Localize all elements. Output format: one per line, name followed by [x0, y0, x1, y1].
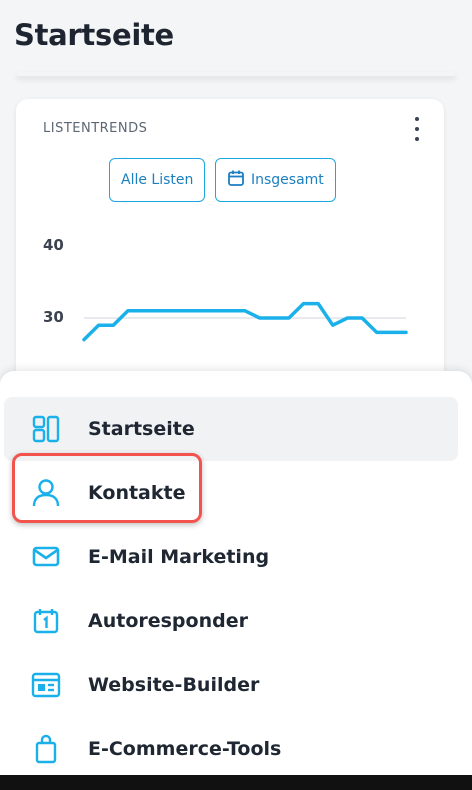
nav-item-website-builder[interactable]: Website-Builder — [4, 653, 458, 717]
nav-item-startseite[interactable]: Startseite — [4, 397, 458, 461]
shopping-bag-icon — [30, 733, 62, 765]
y-tick-label: 30 — [43, 308, 64, 326]
system-navigation-bar — [0, 775, 472, 790]
series-line-0 — [82, 301, 408, 342]
nav-item-email-marketing[interactable]: E-Mail Marketing — [4, 525, 458, 589]
nav-label: E-Commerce-Tools — [88, 738, 282, 760]
calendar-one-icon — [30, 605, 62, 637]
nav-label: E-Mail Marketing — [88, 546, 270, 568]
page-title: Startseite — [14, 18, 174, 52]
website-icon — [30, 669, 62, 701]
header-divider — [16, 72, 456, 76]
dashboard-icon — [30, 413, 62, 445]
nav-label: Startseite — [88, 418, 195, 440]
highlight-box — [12, 453, 202, 523]
navigation-drawer: Startseite Kontakte E-Mail Marketing Aut… — [0, 371, 472, 790]
nav-label: Autoresponder — [88, 610, 248, 632]
nav-label: Website-Builder — [88, 674, 260, 696]
envelope-icon — [30, 541, 62, 573]
nav-item-autoresponder[interactable]: Autoresponder — [4, 589, 458, 653]
y-tick-label: 40 — [43, 236, 64, 254]
nav-item-ecommerce-tools[interactable]: E-Commerce-Tools — [4, 717, 458, 781]
